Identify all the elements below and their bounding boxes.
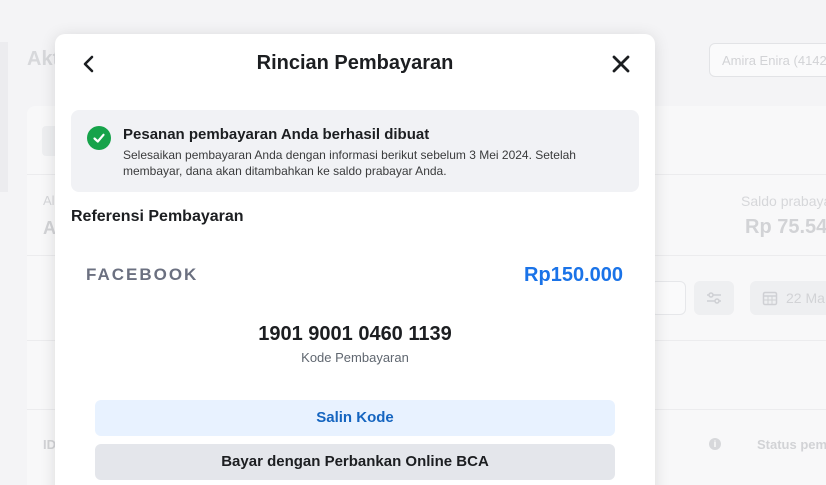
modal-header: Rincian Pembayaran xyxy=(55,34,655,94)
success-alert: Pesanan pembayaran Anda berhasil dibuat … xyxy=(71,110,639,192)
info-icon[interactable]: i xyxy=(709,438,721,450)
date-filter-label: 22 Ma xyxy=(786,290,825,306)
alert-title: Pesanan pembayaran Anda berhasil dibuat xyxy=(123,126,430,143)
merchant-name: FACEBOOK xyxy=(86,265,199,284)
calendar-icon xyxy=(762,291,778,306)
account-label: Al xyxy=(43,193,55,208)
close-icon xyxy=(612,55,630,73)
modal-title: Rincian Pembayaran xyxy=(256,52,454,74)
alert-body: Selesaikan pembayaran Anda dengan inform… xyxy=(123,148,576,178)
account-selector[interactable]: Amira Enira (4142 xyxy=(709,43,826,77)
close-button[interactable] xyxy=(609,52,633,76)
check-circle-icon xyxy=(87,126,111,150)
search-input[interactable] xyxy=(650,281,686,315)
sliders-icon xyxy=(707,292,721,304)
left-nav-strip xyxy=(0,42,8,192)
balance-label: Saldo prabaya xyxy=(741,193,826,209)
filter-button[interactable] xyxy=(694,281,734,315)
payment-code: 1901 9001 0460 1139 xyxy=(258,323,452,345)
date-filter[interactable]: 22 Ma xyxy=(750,281,826,315)
pay-bca-online-button[interactable]: Bayar dengan Perbankan Online BCA xyxy=(95,444,615,480)
payment-code-label: Kode Pembayaran xyxy=(301,350,409,365)
copy-code-button[interactable]: Salin Kode xyxy=(95,400,615,436)
balance-value: Rp 75.54 xyxy=(745,216,826,238)
payment-details-modal: Rincian Pembayaran Pesanan pembayaran An… xyxy=(55,34,655,485)
payment-amount: Rp150.000 xyxy=(524,264,623,286)
column-header-status: Status pem xyxy=(757,437,826,452)
section-title: Referensi Pembayaran xyxy=(71,208,244,225)
